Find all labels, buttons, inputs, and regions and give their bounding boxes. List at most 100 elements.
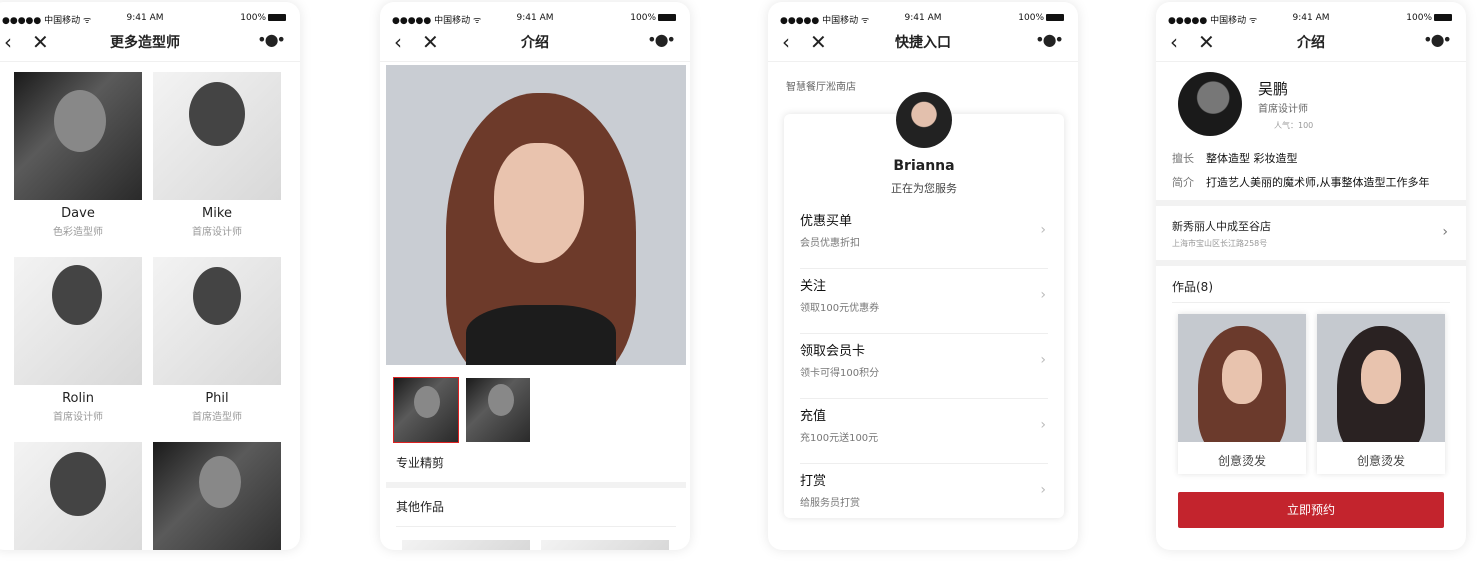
status-bar: ●●●●● 中国移动 ᯤ 9:41 AM 100% <box>1156 2 1466 26</box>
stylist-photo <box>153 257 281 385</box>
menu-item-title: 充值 <box>800 409 827 424</box>
stylist-card[interactable]: Dave 色彩造型师 <box>14 72 142 238</box>
menu-item-title: 领取会员卡 <box>800 344 866 359</box>
chevron-right-icon: › <box>1040 287 1046 303</box>
work-thumbnail[interactable] <box>402 540 530 550</box>
specialty-value: 整体造型 彩妆造型 <box>1206 152 1298 165</box>
nav-bar: ‹ ✕ 介绍 •●• <box>380 24 690 62</box>
menu-item-subtitle: 给服务员打赏 <box>800 498 860 509</box>
section-divider <box>1156 200 1466 206</box>
stylist-photo <box>14 257 142 385</box>
work-card[interactable]: 创意烫发 <box>1178 314 1306 474</box>
phone-screen-intro-male: ●●●●● 中国移动 ᯤ 9:41 AM 100% ‹ ✕ 介绍 •●• 吴鹏 … <box>1156 2 1466 550</box>
stylist-role: 首席造型师 <box>192 412 242 423</box>
nav-bar: ‹ ✕ 快捷入口 •●• <box>768 24 1078 62</box>
intro-label: 简介 <box>1172 176 1194 189</box>
intro-row: 简介 打造艺人美丽的魔术师,从事整体造型工作多年 <box>1172 174 1430 190</box>
thumbnail[interactable] <box>466 378 530 442</box>
shop-name: 智慧餐厅淞南店 <box>786 82 856 93</box>
more-dots-icon[interactable]: •●• <box>1423 30 1452 49</box>
battery-percent: 100% <box>240 13 266 23</box>
battery-percent: 100% <box>1018 13 1044 23</box>
stylist-photo <box>153 72 281 200</box>
menu-item-tip[interactable]: 打赏 给服务员打赏 › <box>800 464 1048 529</box>
menu-item-follow[interactable]: 关注 领取100元优惠券 › <box>800 269 1048 334</box>
photo-caption: 专业精剪 <box>396 456 445 470</box>
menu-item-recharge[interactable]: 充值 充100元送100元 › <box>800 399 1048 464</box>
stylist-name: Phil <box>205 391 229 406</box>
popularity: 人气：100 <box>1274 121 1314 130</box>
battery-icon <box>658 14 676 21</box>
battery-indicator: 100% <box>1018 13 1064 23</box>
more-dots-icon[interactable]: •●• <box>647 30 676 49</box>
stylist-card[interactable]: Phil 首席造型师 <box>153 257 281 423</box>
stylist-card[interactable] <box>14 442 142 550</box>
page-title: 快捷入口 <box>895 35 951 51</box>
battery-indicator: 100% <box>1406 13 1452 23</box>
work-photo <box>1317 314 1445 442</box>
user-name: Brianna <box>893 158 955 174</box>
designer-name: 吴鹏 <box>1258 80 1289 98</box>
stylist-name: Mike <box>202 206 232 221</box>
works-heading: 作品(8) <box>1172 280 1213 294</box>
book-now-button[interactable]: 立即预约 <box>1178 492 1444 528</box>
stylist-photo <box>153 442 281 550</box>
intro-value: 打造艺人美丽的魔术师,从事整体造型工作多年 <box>1206 176 1430 189</box>
service-panel: Brianna 正在为您服务 优惠买单 会员优惠折扣 › 关注 领取100元优惠… <box>784 92 1064 518</box>
work-thumbnail[interactable] <box>541 540 669 550</box>
page-title: 更多造型师 <box>110 35 180 51</box>
work-caption: 创意烫发 <box>1356 454 1405 468</box>
status-bar: ●●●●● 中国移动 ᯤ 9:41 AM 100% <box>380 2 690 26</box>
chevron-right-icon: › <box>1040 417 1046 433</box>
phone-screen-intro-female: ●●●●● 中国移动 ᯤ 9:41 AM 100% ‹ ✕ 介绍 •●• 专业精… <box>380 2 690 550</box>
divider <box>1172 302 1450 303</box>
stylist-card[interactable] <box>153 442 281 550</box>
work-card[interactable]: 创意烫发 <box>1317 314 1445 474</box>
menu-item-subtitle: 领取100元优惠券 <box>800 303 880 314</box>
specialty-row: 擅长 整体造型 彩妆造型 <box>1172 150 1298 166</box>
more-dots-icon[interactable]: •●• <box>257 30 286 49</box>
divider <box>396 526 676 527</box>
stylist-card[interactable]: Mike 首席设计师 <box>153 72 281 238</box>
menu-item-subtitle: 充100元送100元 <box>800 433 879 444</box>
thumbnail-selected[interactable] <box>393 377 459 443</box>
status-bar: ●●●●● 中国移动 ᯤ 9:41 AM 100% <box>0 2 300 26</box>
nav-bar: ‹ ✕ 更多造型师 •●• <box>0 24 300 62</box>
menu-item-title: 打赏 <box>800 474 827 489</box>
avatar <box>1178 72 1242 136</box>
work-caption: 创意烫发 <box>1217 454 1266 468</box>
menu-item-pay[interactable]: 优惠买单 会员优惠折扣 › <box>800 204 1048 269</box>
battery-percent: 100% <box>1406 13 1432 23</box>
status-bar: ●●●●● 中国移动 ᯤ 9:41 AM 100% <box>768 2 1078 26</box>
chevron-right-icon: › <box>1040 352 1046 368</box>
phone-screen-more-stylists: ●●●●● 中国移动 ᯤ 9:41 AM 100% ‹ ✕ 更多造型师 •●• … <box>0 2 300 550</box>
chevron-right-icon: › <box>1040 482 1046 498</box>
store-name[interactable]: 新秀丽人中成至谷店 <box>1172 218 1271 234</box>
page-title: 介绍 <box>521 35 549 51</box>
stylist-card[interactable]: Rolin 首席设计师 <box>14 257 142 423</box>
stylist-photo <box>14 72 142 200</box>
battery-icon <box>1434 14 1452 21</box>
battery-percent: 100% <box>630 13 656 23</box>
phone-screen-quick-entry: ●●●●● 中国移动 ᯤ 9:41 AM 100% ‹ ✕ 快捷入口 •●• 智… <box>768 2 1078 550</box>
designer-role: 首席设计师 <box>1258 104 1308 115</box>
stylist-role: 首席设计师 <box>53 412 103 423</box>
section-divider <box>1156 260 1466 266</box>
menu-item-title: 关注 <box>800 279 827 294</box>
nav-bar: ‹ ✕ 介绍 •●• <box>1156 24 1466 62</box>
menu-item-title: 优惠买单 <box>800 214 853 229</box>
battery-icon <box>1046 14 1064 21</box>
menu-item-member-card[interactable]: 领取会员卡 领卡可得100积分 › <box>800 334 1048 399</box>
stylist-role: 首席设计师 <box>192 227 242 238</box>
page-title: 介绍 <box>1297 35 1325 51</box>
stylist-role: 色彩造型师 <box>53 227 103 238</box>
hero-photo <box>386 65 686 365</box>
battery-indicator: 100% <box>240 13 286 23</box>
chevron-right-icon[interactable]: › <box>1442 224 1448 240</box>
specialty-label: 擅长 <box>1172 152 1194 165</box>
more-dots-icon[interactable]: •●• <box>1035 30 1064 49</box>
avatar <box>896 92 952 148</box>
stylist-name: Rolin <box>62 391 94 406</box>
store-address: 上海市宝山区长江路258号 <box>1172 239 1268 248</box>
section-divider <box>386 482 686 488</box>
